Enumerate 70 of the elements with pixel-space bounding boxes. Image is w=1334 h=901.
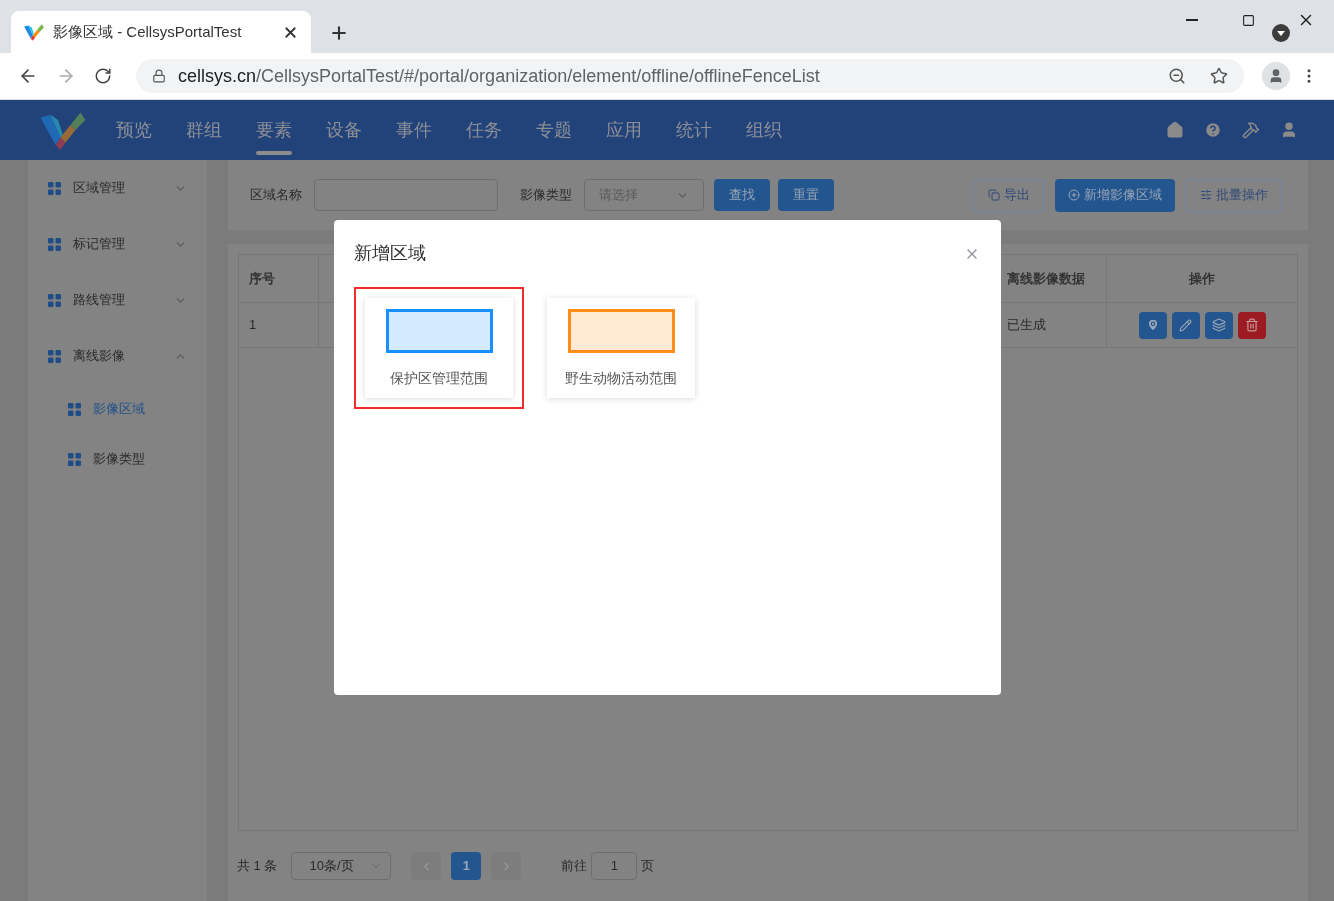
- nav-item[interactable]: 专题: [536, 100, 572, 160]
- grid-icon: [48, 181, 61, 195]
- edit-button[interactable]: [1171, 311, 1200, 339]
- sliders-icon: [1199, 189, 1212, 201]
- user-icon[interactable]: [1280, 121, 1298, 139]
- search-button[interactable]: 查找: [714, 179, 770, 211]
- sidebar-item[interactable]: 区域管理: [28, 160, 207, 216]
- minimize-icon: [1185, 19, 1198, 21]
- help-icon[interactable]: [1204, 121, 1222, 139]
- sidebar-item[interactable]: 离线影像: [28, 328, 207, 384]
- nav-item[interactable]: 组织: [746, 100, 782, 160]
- new-tab-icon[interactable]: [329, 23, 349, 43]
- goto-label: 前往: [561, 857, 588, 876]
- logo-icon: [38, 110, 88, 150]
- page-button[interactable]: 1: [451, 852, 482, 880]
- layers-button[interactable]: [1204, 311, 1233, 339]
- delete-button[interactable]: [1237, 311, 1266, 339]
- export-button[interactable]: 导出: [972, 178, 1045, 212]
- url-text: cellsys.cn/CellsysPortalTest/#/portal/organization/element/offline/offlineFenceList: [178, 64, 821, 88]
- copy-icon: [987, 189, 1000, 201]
- field-label: 区域名称: [250, 186, 302, 205]
- sidebar-item[interactable]: 路线管理: [28, 272, 207, 328]
- plus-circle-icon: [1068, 189, 1080, 201]
- grid-icon: [68, 402, 81, 416]
- tools-icon[interactable]: [1242, 121, 1260, 139]
- goto-suffix: 页: [641, 857, 655, 876]
- locate-button[interactable]: [1138, 311, 1167, 339]
- maximize-icon: [1242, 13, 1255, 27]
- nav-item[interactable]: 任务: [466, 100, 502, 160]
- lock-icon: [152, 69, 166, 83]
- nav-item[interactable]: 预览: [116, 100, 152, 160]
- browser-tab[interactable]: 影像区域 - CellsysPortalTest: [11, 11, 311, 53]
- star-icon[interactable]: [1210, 67, 1228, 85]
- sidebar-subitem[interactable]: 影像类型: [28, 434, 207, 484]
- home-icon[interactable]: [1166, 121, 1184, 139]
- sidebar-subitem[interactable]: 影像区域: [28, 384, 207, 434]
- nav-item[interactable]: 要素: [256, 100, 292, 160]
- nav-item[interactable]: 统计: [676, 100, 712, 160]
- batch-button[interactable]: 批量操作: [1185, 178, 1282, 212]
- tab-title: 影像区域 - CellsysPortalTest: [53, 21, 243, 42]
- add-area-button[interactable]: 新增影像区域: [1055, 178, 1175, 212]
- sidebar-item[interactable]: 标记管理: [28, 216, 207, 272]
- favicon-icon: [23, 23, 45, 41]
- goto-page-field[interactable]: 1: [591, 852, 638, 880]
- nav-item[interactable]: 应用: [606, 100, 642, 160]
- grid-icon: [48, 349, 61, 363]
- total-count: 共 1 条: [237, 857, 278, 876]
- nav-item[interactable]: 设备: [326, 100, 362, 160]
- page-size-select[interactable]: 10条/页: [291, 852, 392, 880]
- reload-icon[interactable]: [94, 67, 112, 85]
- layers-icon: [1211, 318, 1226, 332]
- pencil-icon: [1179, 318, 1192, 332]
- dialog-title: 新增区域: [354, 242, 426, 265]
- profile-button[interactable]: [1262, 62, 1290, 90]
- column-header: 序号: [239, 255, 319, 302]
- zoom-icon[interactable]: [1168, 67, 1186, 85]
- tab-search-icon[interactable]: [1272, 24, 1290, 42]
- column-header: 操作: [1188, 269, 1216, 288]
- grid-icon: [48, 293, 61, 307]
- grid-icon: [68, 452, 81, 466]
- table-cell: 1: [239, 303, 319, 347]
- trash-icon: [1244, 318, 1259, 332]
- nav-item[interactable]: 群组: [186, 100, 222, 160]
- nav-item[interactable]: 事件: [396, 100, 432, 160]
- address-bar[interactable]: cellsys.cn/CellsysPortalTest/#/portal/organization/element/offline/offlineFenceList: [136, 59, 1244, 93]
- area-type-option[interactable]: 保护区管理范围: [354, 287, 524, 409]
- grid-icon: [48, 237, 61, 251]
- avatar-icon: [1268, 68, 1284, 84]
- reset-button[interactable]: 重置: [778, 179, 834, 211]
- field-label: 影像类型: [520, 186, 572, 205]
